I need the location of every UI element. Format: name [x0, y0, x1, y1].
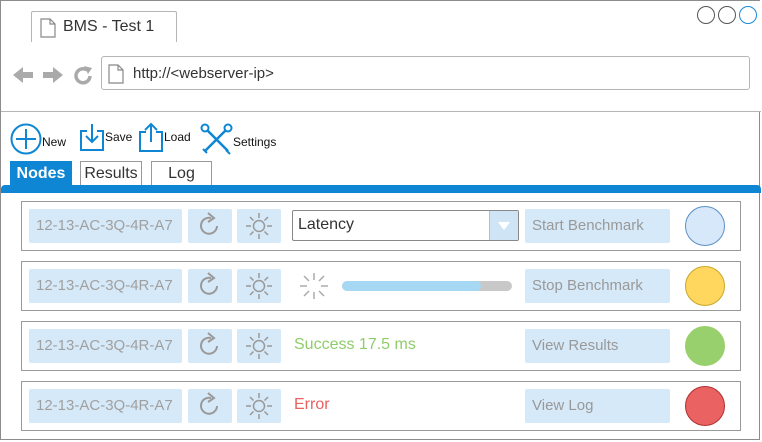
download-icon: [79, 122, 105, 157]
identify-button[interactable]: [237, 209, 281, 243]
tools-icon: [200, 123, 233, 161]
document-icon: [108, 64, 124, 89]
refresh-icon: [188, 332, 232, 367]
node-id: 12-13-AC-3Q-4R-A7: [29, 269, 182, 303]
save-button[interactable]: Save: [79, 122, 132, 157]
node-row: 12-13-AC-3Q-4R-A7 Success 17.5 ms View R…: [21, 321, 741, 371]
status-text: Success 17.5 ms: [294, 336, 416, 353]
new-label: New: [42, 134, 67, 149]
status-indicator: [685, 326, 725, 366]
status-text: Error: [294, 396, 330, 413]
stop-benchmark-button[interactable]: Stop Benchmark: [525, 269, 670, 303]
sun-icon: [237, 273, 281, 307]
document-icon: [40, 18, 56, 43]
refresh-icon: [188, 212, 232, 247]
node-row: 12-13-AC-3Q-4R-A7 Stop Benchmark: [21, 261, 741, 311]
sun-icon: [237, 333, 281, 367]
close-button[interactable]: [739, 6, 757, 24]
refresh-icon: [188, 272, 232, 307]
start-benchmark-button[interactable]: Start Benchmark: [525, 209, 670, 243]
reset-button[interactable]: [188, 389, 232, 423]
load-label: Load: [164, 129, 191, 144]
reload-icon[interactable]: [72, 65, 94, 92]
node-row: 12-13-AC-3Q-4R-A7 Latency Start Benchmar…: [21, 201, 741, 251]
reset-button[interactable]: [188, 269, 232, 303]
status-indicator: [685, 206, 725, 246]
browser-window: BMS - Test 1 http://<webserver-ip> New S…: [0, 0, 761, 440]
node-row: 12-13-AC-3Q-4R-A7 Error View Log: [21, 381, 741, 431]
minimize-button[interactable]: [697, 6, 715, 24]
identify-button[interactable]: [237, 389, 281, 423]
browser-tab[interactable]: BMS - Test 1: [31, 11, 177, 42]
node-id: 12-13-AC-3Q-4R-A7: [29, 209, 182, 243]
navigation-bar: http://<webserver-ip>: [1, 42, 761, 112]
tab-nodes[interactable]: Nodes: [10, 161, 72, 186]
node-id: 12-13-AC-3Q-4R-A7: [29, 389, 182, 423]
identify-button[interactable]: [237, 269, 281, 303]
back-arrow-icon[interactable]: [11, 65, 35, 90]
progress-fill: [342, 281, 482, 291]
new-button[interactable]: New: [10, 123, 66, 160]
chevron-down-icon[interactable]: [489, 211, 518, 240]
load-button[interactable]: Load: [138, 121, 191, 158]
address-bar[interactable]: http://<webserver-ip>: [101, 56, 750, 90]
status-indicator: [685, 386, 725, 426]
reset-button[interactable]: [188, 209, 232, 243]
benchmark-progress-bar: [342, 281, 512, 291]
tab-log[interactable]: Log: [151, 161, 212, 186]
view-results-button[interactable]: View Results: [525, 329, 670, 363]
benchmark-type-select[interactable]: Latency: [292, 210, 519, 241]
sun-icon: [237, 213, 281, 247]
tab-underline: [1, 185, 761, 193]
url-text: http://<webserver-ip>: [133, 65, 274, 82]
window-controls: [697, 6, 757, 24]
select-value: Latency: [298, 216, 355, 233]
view-tabs: Nodes Results Log: [1, 161, 761, 187]
settings-label: Settings: [233, 135, 277, 149]
tab-title: BMS - Test 1: [63, 18, 155, 35]
app-toolbar: New Save Load Settings: [1, 112, 761, 160]
upload-icon: [138, 121, 164, 158]
loading-spinner-icon: [296, 271, 332, 306]
settings-button[interactable]: Settings: [200, 123, 276, 161]
sun-icon: [237, 393, 281, 427]
tab-results[interactable]: Results: [80, 161, 142, 186]
reset-button[interactable]: [188, 329, 232, 363]
add-circle-icon: [10, 123, 42, 160]
save-label: Save: [105, 129, 133, 144]
title-bar: BMS - Test 1: [1, 1, 761, 43]
node-id: 12-13-AC-3Q-4R-A7: [29, 329, 182, 363]
maximize-button[interactable]: [718, 6, 736, 24]
refresh-icon: [188, 392, 232, 427]
forward-arrow-icon[interactable]: [41, 65, 65, 90]
view-log-button[interactable]: View Log: [525, 389, 670, 423]
identify-button[interactable]: [237, 329, 281, 363]
status-indicator: [685, 266, 725, 306]
